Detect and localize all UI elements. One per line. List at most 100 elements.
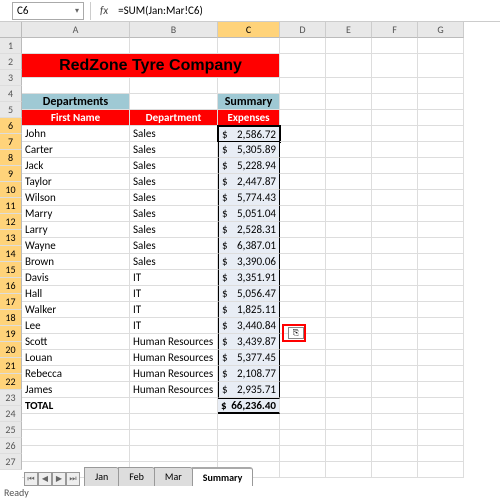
cell[interactable] (372, 94, 418, 110)
row-header-24[interactable]: 24 (0, 406, 22, 422)
cell[interactable] (326, 78, 372, 94)
cell[interactable] (326, 366, 372, 382)
row-header-2[interactable]: 2 (0, 54, 22, 70)
cell[interactable] (372, 286, 418, 302)
cell[interactable] (372, 414, 418, 430)
cell[interactable] (372, 78, 418, 94)
col-header-E[interactable]: E (326, 22, 372, 38)
dept-cell[interactable]: IT (130, 318, 218, 334)
cell[interactable] (130, 94, 218, 110)
tab-first-icon[interactable]: ⏮ (24, 472, 38, 486)
cell[interactable] (326, 38, 372, 54)
name-cell[interactable]: Davis (22, 270, 130, 286)
cell[interactable] (280, 462, 326, 478)
row-header-7[interactable]: 7 (0, 134, 22, 150)
cell[interactable] (418, 142, 464, 158)
cell[interactable] (418, 110, 464, 126)
header-firstname[interactable]: First Name (22, 110, 130, 126)
cell[interactable] (372, 334, 418, 350)
cell[interactable] (326, 350, 372, 366)
name-cell[interactable]: Taylor (22, 174, 130, 190)
cell[interactable] (130, 38, 218, 54)
cell[interactable] (326, 110, 372, 126)
expense-cell[interactable]: $3,390.06 (218, 254, 280, 270)
cell[interactable] (418, 398, 464, 414)
name-box[interactable]: C6 ▾ (12, 2, 84, 20)
cell[interactable] (418, 366, 464, 382)
name-cell[interactable]: Walker (22, 302, 130, 318)
cell[interactable] (372, 158, 418, 174)
cell[interactable] (418, 54, 464, 78)
company-title[interactable]: RedZone Tyre Company (22, 54, 280, 78)
cell[interactable] (326, 462, 372, 478)
cell[interactable] (280, 142, 326, 158)
cell[interactable] (326, 158, 372, 174)
dept-cell[interactable]: Human Resources (130, 334, 218, 350)
cell[interactable] (418, 190, 464, 206)
header-expenses[interactable]: Expenses (218, 110, 280, 126)
cell[interactable] (326, 222, 372, 238)
cell[interactable] (326, 126, 372, 142)
dept-cell[interactable]: Sales (130, 254, 218, 270)
cell[interactable] (280, 78, 326, 94)
cell[interactable] (280, 110, 326, 126)
cell[interactable] (280, 174, 326, 190)
col-header-C[interactable]: C (218, 22, 280, 38)
tab-prev-icon[interactable]: ◀ (38, 472, 52, 486)
cell[interactable] (418, 222, 464, 238)
cell[interactable] (418, 206, 464, 222)
row-header-4[interactable]: 4 (0, 86, 22, 102)
expense-cell[interactable]: $5,774.43 (218, 190, 280, 206)
col-header-A[interactable]: A (22, 22, 130, 38)
total-value[interactable]: $66,236.40 (218, 398, 280, 414)
name-cell[interactable]: Louan (22, 350, 130, 366)
header-department[interactable]: Department (130, 110, 218, 126)
autofill-options-button[interactable]: ⎘ (288, 327, 304, 339)
cell[interactable] (22, 446, 130, 462)
cell[interactable] (372, 430, 418, 446)
sheet-tab-feb[interactable]: Feb (118, 467, 155, 486)
expense-cell[interactable]: $5,377.45 (218, 350, 280, 366)
row-header-19[interactable]: 19 (0, 326, 22, 342)
cell[interactable] (218, 430, 280, 446)
cell[interactable] (280, 94, 326, 110)
cell[interactable] (418, 174, 464, 190)
cell[interactable] (22, 430, 130, 446)
col-header-G[interactable]: G (418, 22, 464, 38)
cell[interactable] (326, 206, 372, 222)
cell[interactable] (418, 350, 464, 366)
dept-cell[interactable]: Sales (130, 158, 218, 174)
cell[interactable] (280, 238, 326, 254)
cell[interactable] (372, 174, 418, 190)
row-header-26[interactable]: 26 (0, 438, 22, 454)
cell[interactable] (418, 286, 464, 302)
cell[interactable] (280, 350, 326, 366)
row-header-13[interactable]: 13 (0, 230, 22, 246)
expense-cell[interactable]: $2,108.77 (218, 366, 280, 382)
cell[interactable] (326, 94, 372, 110)
cell[interactable] (326, 302, 372, 318)
cell[interactable] (326, 414, 372, 430)
row-header-9[interactable]: 9 (0, 166, 22, 182)
cell[interactable] (372, 318, 418, 334)
cell[interactable] (326, 174, 372, 190)
cell[interactable] (372, 302, 418, 318)
row-header-3[interactable]: 3 (0, 70, 22, 86)
cell[interactable] (326, 382, 372, 398)
cell[interactable] (372, 462, 418, 478)
dropdown-icon[interactable]: ▾ (75, 6, 79, 16)
row-header-27[interactable]: 27 (0, 454, 22, 470)
expense-cell[interactable]: $2,528.31 (218, 222, 280, 238)
grid[interactable]: RedZone Tyre CompanyDepartmentsSummaryFi… (22, 38, 464, 478)
select-all-corner[interactable] (0, 22, 22, 38)
name-cell[interactable]: Larry (22, 222, 130, 238)
dept-cell[interactable]: IT (130, 270, 218, 286)
name-cell[interactable]: Wayne (22, 238, 130, 254)
name-cell[interactable]: Hall (22, 286, 130, 302)
cell[interactable] (372, 222, 418, 238)
name-cell[interactable]: Jack (22, 158, 130, 174)
name-cell[interactable]: Wilson (22, 190, 130, 206)
cell[interactable] (418, 430, 464, 446)
cell[interactable] (130, 398, 218, 414)
cell[interactable] (22, 38, 130, 54)
